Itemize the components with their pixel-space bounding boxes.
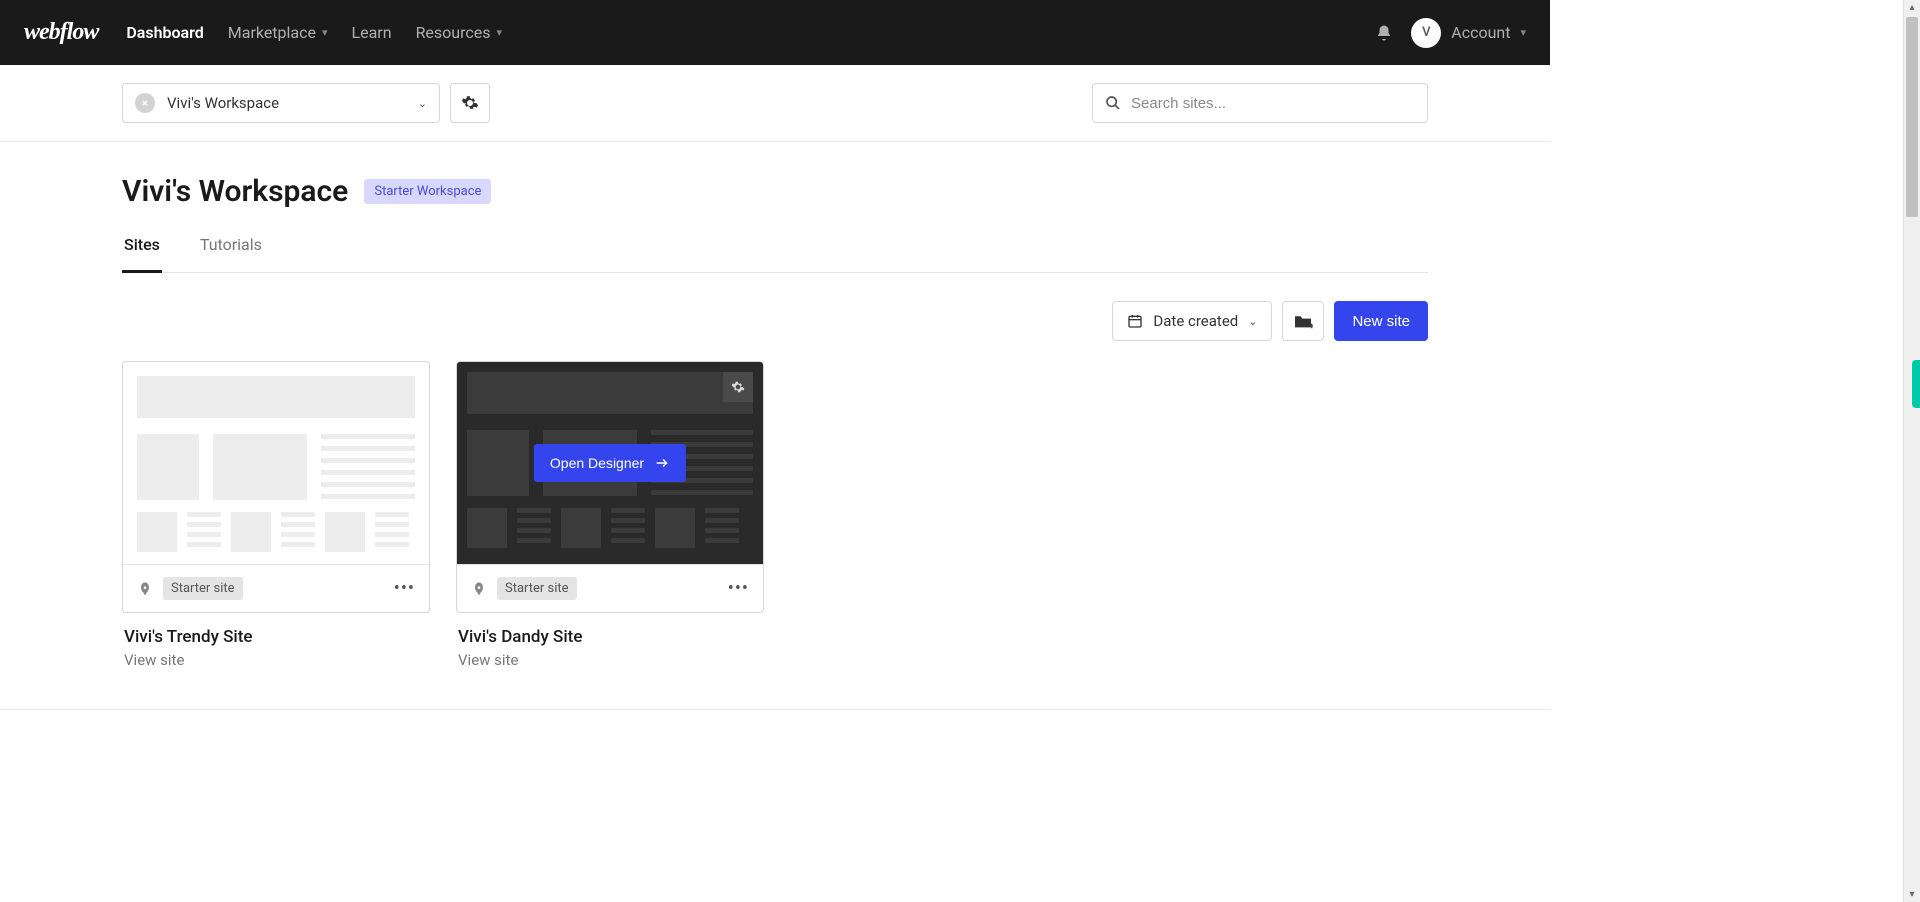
main-content: Vivi's Workspace Starter Workspace Sites…: [0, 142, 1550, 710]
chevron-down-icon: ▾: [322, 26, 328, 39]
nav-resources-label: Resources: [416, 23, 491, 42]
site-more-menu[interactable]: •••: [728, 578, 749, 599]
workspace-name: Vivi's Workspace: [167, 94, 279, 112]
sites-toolbar: Date created ⌄ + New site: [122, 301, 1428, 341]
workspace-plan-badge: Starter Workspace: [364, 179, 491, 204]
nav-marketplace-label: Marketplace: [228, 23, 316, 42]
site-settings-button[interactable]: [723, 372, 753, 402]
nav-links: Dashboard Marketplace ▾ Learn Resources …: [126, 23, 1375, 42]
tab-sites[interactable]: Sites: [122, 235, 162, 273]
site-card: Starter site ••• Vivi's Trendy Site View…: [122, 361, 430, 669]
site-plan-badge: Starter site: [497, 577, 577, 600]
site-card-frame[interactable]: Starter site •••: [122, 361, 430, 613]
gear-icon: [731, 380, 745, 394]
site-name[interactable]: Vivi's Trendy Site: [124, 627, 428, 647]
avatar: V: [1411, 18, 1441, 48]
logo[interactable]: webflow: [24, 19, 98, 46]
sort-dropdown[interactable]: Date created ⌄: [1112, 301, 1272, 341]
account-label: Account: [1451, 23, 1510, 42]
arrow-right-icon: [654, 456, 670, 470]
notifications-icon[interactable]: [1375, 24, 1393, 42]
view-site-link[interactable]: View site: [458, 651, 762, 669]
calendar-icon: [1127, 313, 1143, 329]
search-icon: [1105, 95, 1121, 111]
gear-icon: [461, 94, 479, 112]
rocket-icon: [137, 581, 153, 597]
rocket-icon: [471, 581, 487, 597]
sub-bar: Vivi's Workspace ⌄: [0, 65, 1550, 142]
open-designer-label: Open Designer: [550, 455, 644, 471]
site-card: Open Designer Starter site ••• Vivi's Da…: [456, 361, 764, 669]
nav-right: V Account ▾: [1375, 18, 1526, 48]
nav-dashboard[interactable]: Dashboard: [126, 23, 203, 42]
nav-marketplace[interactable]: Marketplace ▾: [228, 23, 328, 42]
chevron-down-icon: ⌄: [418, 97, 427, 110]
site-cards: Starter site ••• Vivi's Trendy Site View…: [122, 361, 1428, 669]
workspace-avatar-icon: [135, 93, 155, 113]
workspace-settings-button[interactable]: [450, 83, 490, 123]
site-more-menu[interactable]: •••: [394, 578, 415, 599]
search-box[interactable]: [1092, 83, 1428, 123]
page-title: Vivi's Workspace: [122, 174, 348, 209]
nav-resources[interactable]: Resources ▾: [416, 23, 502, 42]
site-plan-badge: Starter site: [163, 577, 243, 600]
site-card-footer: Starter site •••: [123, 564, 429, 612]
site-card-frame[interactable]: Open Designer Starter site •••: [456, 361, 764, 613]
new-folder-button[interactable]: +: [1282, 301, 1324, 341]
chevron-down-icon: ▾: [497, 26, 503, 39]
open-designer-button[interactable]: Open Designer: [534, 444, 686, 482]
workspace-selector[interactable]: Vivi's Workspace ⌄: [122, 83, 440, 123]
site-name[interactable]: Vivi's Dandy Site: [458, 627, 762, 647]
search-input[interactable]: [1131, 95, 1415, 112]
scroll-up-arrow[interactable]: ▴: [1909, 0, 1914, 15]
site-thumbnail: [123, 362, 429, 564]
chevron-down-icon: ⌄: [1248, 315, 1257, 328]
site-thumbnail: Open Designer: [457, 362, 763, 564]
main-header: Vivi's Workspace Starter Workspace: [122, 174, 1428, 209]
scrollbar[interactable]: ▴ ▾: [1903, 0, 1920, 902]
folder-plus-icon: +: [1293, 313, 1313, 329]
chevron-down-icon: ▾: [1520, 26, 1526, 39]
view-site-link[interactable]: View site: [124, 651, 428, 669]
sort-label: Date created: [1153, 312, 1238, 330]
scroll-thumb[interactable]: [1906, 17, 1918, 217]
subbar-left: Vivi's Workspace ⌄: [122, 83, 490, 123]
new-site-button[interactable]: New site: [1334, 301, 1428, 341]
top-nav: webflow Dashboard Marketplace ▾ Learn Re…: [0, 0, 1550, 65]
tab-tutorials[interactable]: Tutorials: [198, 235, 264, 273]
site-card-footer: Starter site •••: [457, 564, 763, 612]
help-tab[interactable]: [1912, 360, 1920, 408]
tabs: Sites Tutorials: [122, 235, 1428, 273]
scroll-down-arrow[interactable]: ▾: [1909, 887, 1914, 902]
account-menu[interactable]: V Account ▾: [1411, 18, 1526, 48]
svg-text:+: +: [1310, 322, 1314, 329]
nav-learn[interactable]: Learn: [352, 23, 392, 42]
